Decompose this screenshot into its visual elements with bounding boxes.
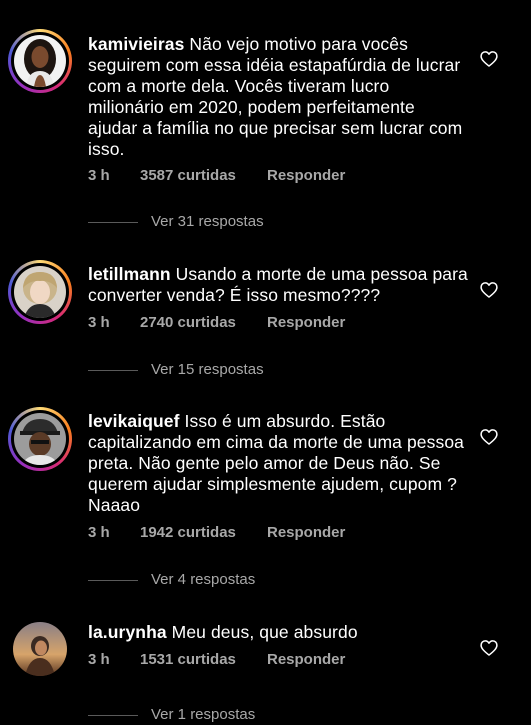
reply-button[interactable]: Responder [267,651,345,668]
comment-likes[interactable]: 1531 curtidas [140,651,236,668]
replies-divider [88,715,138,716]
avatar-container[interactable] [8,617,72,681]
avatar [13,622,67,676]
comment-text: Meu deus, que absurdo [171,622,358,642]
comment-time: 3 h [88,651,110,668]
view-replies-label: Ver 1 respostas [151,706,256,723]
comment-body: la.urynha Meu deus, que absurdo [88,622,468,643]
avatar-woman-sunset-icon [13,622,67,676]
heart-outline-icon[interactable] [479,638,499,658]
comment-username[interactable]: la.urynha [88,622,167,642]
comment-item: la.urynha Meu deus, que absurdo 3 h 1531… [0,0,531,723]
